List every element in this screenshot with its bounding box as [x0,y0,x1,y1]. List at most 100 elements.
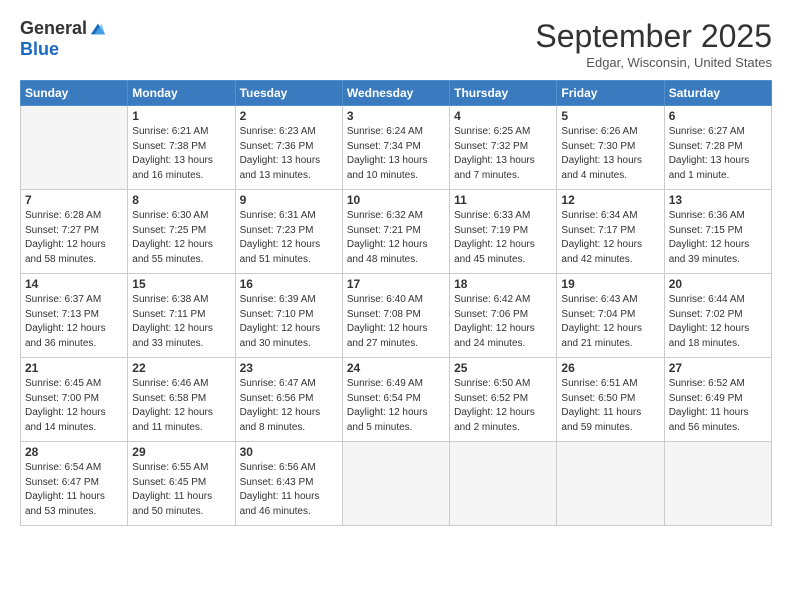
calendar-cell: 11 Sunrise: 6:33 AMSunset: 7:19 PMDayligh… [450,190,557,274]
weekday-header-friday: Friday [557,81,664,106]
calendar-cell: 27 Sunrise: 6:52 AMSunset: 6:49 PMDayligh… [664,358,771,442]
day-info: Sunrise: 6:51 AMSunset: 6:50 PMDaylight:… [561,377,659,435]
week-row-3: 14 Sunrise: 6:37 AMSunset: 7:13 PMDayligh… [21,274,772,358]
day-info: Sunrise: 6:46 AMSunset: 6:58 PMDaylight:… [132,377,230,435]
day-info: Sunrise: 6:44 AMSunset: 7:02 PMDaylight:… [669,293,767,351]
calendar-cell: 7 Sunrise: 6:28 AMSunset: 7:27 PMDaylight… [21,190,128,274]
day-number: 8 [132,193,230,207]
calendar-cell: 20 Sunrise: 6:44 AMSunset: 7:02 PMDayligh… [664,274,771,358]
calendar-cell: 1 Sunrise: 6:21 AMSunset: 7:38 PMDaylight… [128,106,235,190]
day-info: Sunrise: 6:28 AMSunset: 7:27 PMDaylight:… [25,209,123,267]
week-row-2: 7 Sunrise: 6:28 AMSunset: 7:27 PMDaylight… [21,190,772,274]
location: Edgar, Wisconsin, United States [535,55,772,70]
day-info: Sunrise: 6:27 AMSunset: 7:28 PMDaylight:… [669,125,767,183]
week-row-1: 1 Sunrise: 6:21 AMSunset: 7:38 PMDaylight… [21,106,772,190]
day-info: Sunrise: 6:31 AMSunset: 7:23 PMDaylight:… [240,209,338,267]
calendar-cell: 16 Sunrise: 6:39 AMSunset: 7:10 PMDayligh… [235,274,342,358]
day-number: 19 [561,277,659,291]
calendar-cell: 29Sunrise: 6:55 AMSunset: 6:45 PMDayligh… [128,442,235,526]
day-number: 25 [454,361,552,375]
day-number: 15 [132,277,230,291]
day-number: 21 [25,361,123,375]
calendar-cell: 24 Sunrise: 6:49 AMSunset: 6:54 PMDayligh… [342,358,449,442]
calendar-cell: 30Sunrise: 6:56 AMSunset: 6:43 PMDayligh… [235,442,342,526]
calendar-cell: 8 Sunrise: 6:30 AMSunset: 7:25 PMDaylight… [128,190,235,274]
day-number: 28 [25,445,123,459]
day-info: Sunrise: 6:38 AMSunset: 7:11 PMDaylight:… [132,293,230,351]
day-number: 24 [347,361,445,375]
weekday-header-wednesday: Wednesday [342,81,449,106]
day-number: 18 [454,277,552,291]
day-info: Sunrise: 6:40 AMSunset: 7:08 PMDaylight:… [347,293,445,351]
day-info: Sunrise: 6:25 AMSunset: 7:32 PMDaylight:… [454,125,552,183]
day-number: 11 [454,193,552,207]
day-number: 20 [669,277,767,291]
calendar-cell: 5 Sunrise: 6:26 AMSunset: 7:30 PMDaylight… [557,106,664,190]
calendar-cell: 13Sunrise: 6:36 AMSunset: 7:15 PMDayligh… [664,190,771,274]
day-number: 9 [240,193,338,207]
calendar-cell: 10 Sunrise: 6:32 AMSunset: 7:21 PMDayligh… [342,190,449,274]
day-info: Sunrise: 6:39 AMSunset: 7:10 PMDaylight:… [240,293,338,351]
day-info: Sunrise: 6:33 AMSunset: 7:19 PMDaylight:… [454,209,552,267]
day-info: Sunrise: 6:50 AMSunset: 6:52 PMDaylight:… [454,377,552,435]
day-info: Sunrise: 6:42 AMSunset: 7:06 PMDaylight:… [454,293,552,351]
logo-icon [89,20,107,38]
day-number: 12 [561,193,659,207]
day-number: 16 [240,277,338,291]
calendar-cell: 21 Sunrise: 6:45 AMSunset: 7:00 PMDayligh… [21,358,128,442]
day-number: 27 [669,361,767,375]
day-info: Sunrise: 6:52 AMSunset: 6:49 PMDaylight:… [669,377,767,435]
calendar-cell: 4 Sunrise: 6:25 AMSunset: 7:32 PMDaylight… [450,106,557,190]
day-info: Sunrise: 6:37 AMSunset: 7:13 PMDaylight:… [25,293,123,351]
day-number: 4 [454,109,552,123]
month-title: September 2025 [535,18,772,55]
calendar-cell [450,442,557,526]
day-number: 26 [561,361,659,375]
calendar-cell: 19 Sunrise: 6:43 AMSunset: 7:04 PMDayligh… [557,274,664,358]
day-info: Sunrise: 6:21 AMSunset: 7:38 PMDaylight:… [132,125,230,183]
calendar-cell: 28 Sunrise: 6:54 AMSunset: 6:47 PMDayligh… [21,442,128,526]
day-info: Sunrise: 6:36 AMSunset: 7:15 PMDaylight:… [669,209,767,267]
day-number: 5 [561,109,659,123]
day-info: Sunrise: 6:49 AMSunset: 6:54 PMDaylight:… [347,377,445,435]
calendar-cell: 17 Sunrise: 6:40 AMSunset: 7:08 PMDayligh… [342,274,449,358]
day-info: Sunrise: 6:45 AMSunset: 7:00 PMDaylight:… [25,377,123,435]
day-number: 17 [347,277,445,291]
day-info: Sunrise: 6:23 AMSunset: 7:36 PMDaylight:… [240,125,338,183]
day-number: 29 [132,445,230,459]
day-number: 23 [240,361,338,375]
day-info: Sunrise: 6:26 AMSunset: 7:30 PMDaylight:… [561,125,659,183]
calendar-cell: 12Sunrise: 6:34 AMSunset: 7:17 PMDayligh… [557,190,664,274]
calendar-cell: 23 Sunrise: 6:47 AMSunset: 6:56 PMDayligh… [235,358,342,442]
day-info: Sunrise: 6:56 AMSunset: 6:43 PMDaylight:… [240,461,338,519]
day-info: Sunrise: 6:47 AMSunset: 6:56 PMDaylight:… [240,377,338,435]
weekday-header-tuesday: Tuesday [235,81,342,106]
calendar-cell [21,106,128,190]
day-number: 7 [25,193,123,207]
calendar-cell: 22Sunrise: 6:46 AMSunset: 6:58 PMDayligh… [128,358,235,442]
weekday-header-sunday: Sunday [21,81,128,106]
day-info: Sunrise: 6:32 AMSunset: 7:21 PMDaylight:… [347,209,445,267]
day-number: 14 [25,277,123,291]
calendar-cell: 26 Sunrise: 6:51 AMSunset: 6:50 PMDayligh… [557,358,664,442]
calendar-cell: 9 Sunrise: 6:31 AMSunset: 7:23 PMDaylight… [235,190,342,274]
page: General Blue September 2025 Edgar, Wisco… [0,0,792,536]
day-info: Sunrise: 6:24 AMSunset: 7:34 PMDaylight:… [347,125,445,183]
calendar-cell [342,442,449,526]
day-info: Sunrise: 6:54 AMSunset: 6:47 PMDaylight:… [25,461,123,519]
calendar-table: SundayMondayTuesdayWednesdayThursdayFrid… [20,80,772,526]
calendar-cell: 15 Sunrise: 6:38 AMSunset: 7:11 PMDayligh… [128,274,235,358]
week-row-4: 21 Sunrise: 6:45 AMSunset: 7:00 PMDayligh… [21,358,772,442]
logo: General Blue [20,18,107,60]
day-number: 10 [347,193,445,207]
day-info: Sunrise: 6:30 AMSunset: 7:25 PMDaylight:… [132,209,230,267]
day-number: 1 [132,109,230,123]
day-number: 6 [669,109,767,123]
calendar-cell: 3 Sunrise: 6:24 AMSunset: 7:34 PMDaylight… [342,106,449,190]
title-block: September 2025 Edgar, Wisconsin, United … [535,18,772,70]
day-info: Sunrise: 6:43 AMSunset: 7:04 PMDaylight:… [561,293,659,351]
weekday-header-saturday: Saturday [664,81,771,106]
calendar-cell: 2Sunrise: 6:23 AMSunset: 7:36 PMDaylight… [235,106,342,190]
day-number: 3 [347,109,445,123]
calendar-cell: 18 Sunrise: 6:42 AMSunset: 7:06 PMDayligh… [450,274,557,358]
